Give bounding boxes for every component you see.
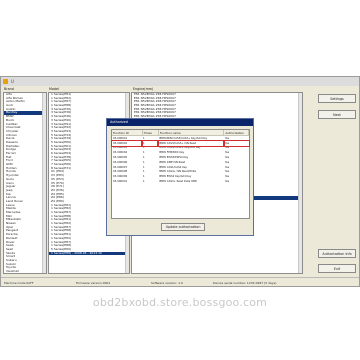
title-bar: U — [1, 77, 359, 86]
dialog-title: Authorized — [107, 119, 253, 126]
firmware-version: Firmware version:0901 — [76, 281, 111, 285]
brand-label: Brand — [4, 87, 14, 91]
next-button[interactable]: Next — [318, 110, 356, 119]
device-serial: Device serial number: 1234 0987 (5 days) — [213, 281, 277, 285]
model-label: Model — [49, 87, 59, 91]
authorized-dialog: Authorized Function ID Times Function na… — [106, 118, 254, 236]
engine-label: Engine(mm) — [133, 87, 154, 91]
authorization-table-body: 03-000001 1 BMW/MINI CAS3/CAS3+ Key/Add Ke… — [110, 136, 250, 184]
settings-button[interactable]: Settings — [318, 94, 356, 103]
authorization-table-panel: Function ID Times Function name Authoriz… — [110, 129, 250, 219]
engine-list-scrollbar[interactable] — [298, 93, 302, 273]
app-icon — [3, 79, 8, 84]
cell-function-id: 03-000010 — [113, 180, 128, 184]
update-authorization-button[interactable]: Update authorization — [161, 223, 205, 231]
software-version: Software version: 1.0 — [151, 281, 183, 285]
brand-list-scrollbar[interactable] — [42, 93, 46, 273]
exit-button[interactable]: Exit — [318, 264, 356, 273]
cell-function-name: BMW CAS3+ Read Data OBD — [159, 180, 197, 184]
status-bar: Machine Code:0AFF Firmware version:0901 … — [1, 277, 359, 288]
authorization-table: Function ID Times Function name Authoriz… — [110, 130, 250, 184]
model-list-item-selected[interactable]: 1 Series(E88) - 2008.04 - 2013.10 — [49, 251, 129, 256]
machine-code: Machine Code:0AFF — [4, 281, 34, 285]
brand-list[interactable]: Alfa Alfa Romeo Aston Martin Audi Austin Bent… — [3, 92, 47, 274]
authorization-info-button[interactable]: Authorization Info — [318, 249, 356, 258]
cell-times: 1 — [143, 180, 145, 184]
window-title: U — [11, 79, 14, 84]
table-row[interactable]: 03-000010 1 BMW CAS3+ Read Data OBD Yes — [112, 179, 249, 184]
cell-authorization: Yes — [224, 180, 230, 184]
watermark-text: obd2bxobd.store.bossgoo.com — [92, 296, 268, 309]
